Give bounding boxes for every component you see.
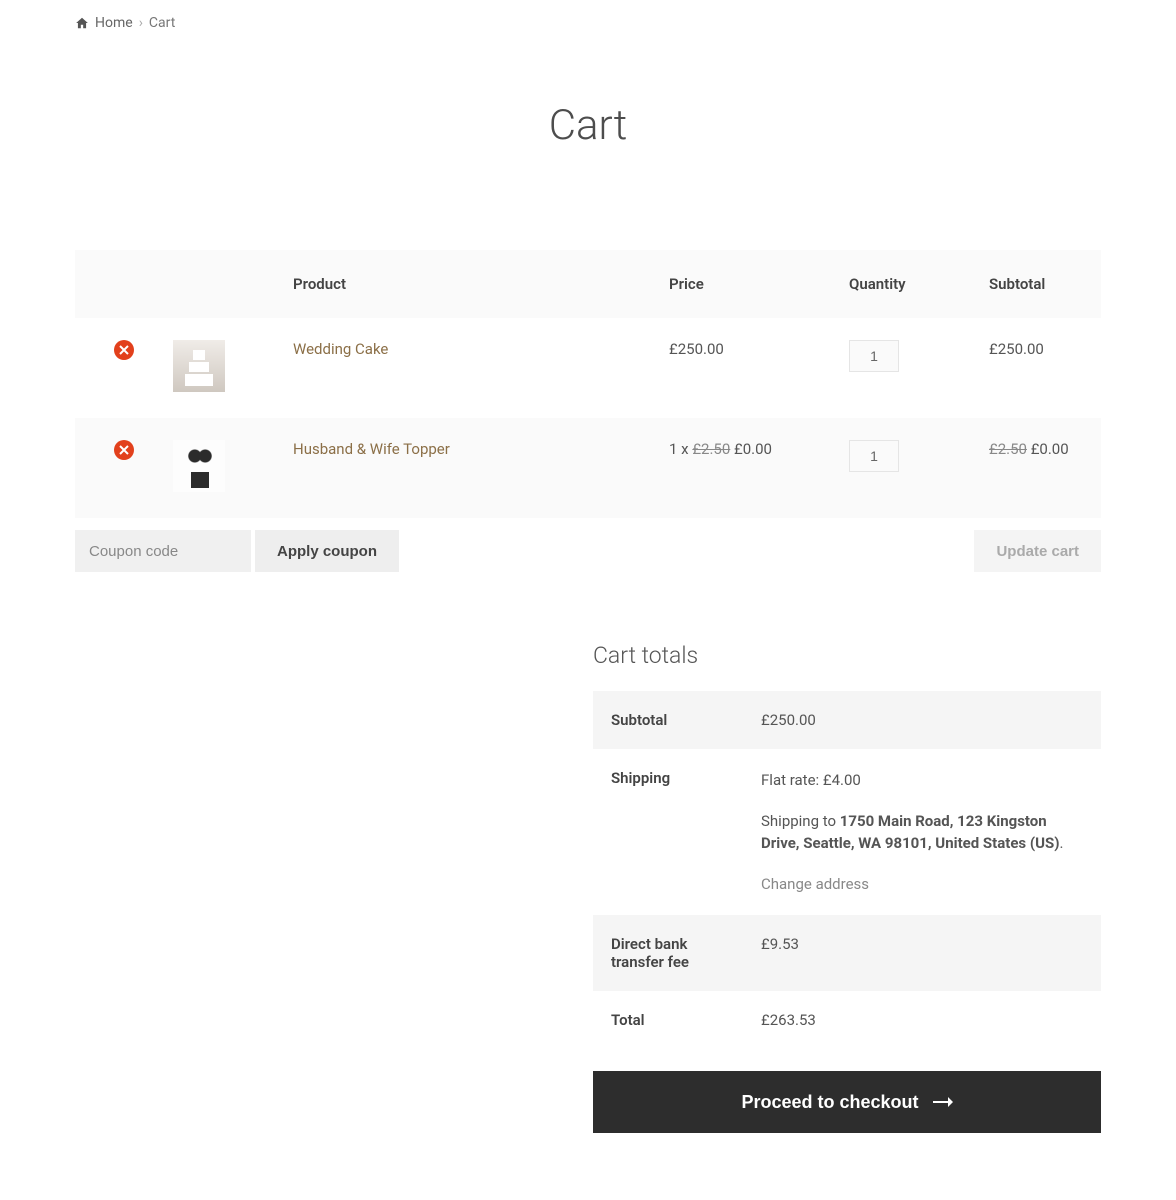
- apply-coupon-button[interactable]: Apply coupon: [255, 530, 399, 572]
- table-row: Wedding Cake £250.00 £250.00: [75, 318, 1101, 418]
- subtotal-value: £0.00: [1027, 440, 1069, 458]
- quantity-input[interactable]: [849, 440, 899, 472]
- price-struck: £2.50: [692, 440, 730, 458]
- price-value: £0.00: [730, 440, 772, 458]
- change-address-link[interactable]: Change address: [761, 875, 869, 893]
- home-icon: [75, 16, 89, 30]
- col-thumb-header: [155, 250, 275, 318]
- shipping-period: .: [1060, 834, 1064, 852]
- fee-label: Direct bank transfer fee: [593, 915, 743, 991]
- col-product-header: Product: [275, 250, 651, 318]
- col-price-header: Price: [651, 250, 831, 318]
- close-icon: [119, 345, 129, 355]
- breadcrumb-home-label: Home: [95, 15, 133, 31]
- table-row: Husband & Wife Topper 1 x £2.50 £0.00 £2…: [75, 418, 1101, 518]
- close-icon: [119, 445, 129, 455]
- shipping-to-prefix: Shipping to: [761, 812, 840, 830]
- checkout-label: Proceed to checkout: [741, 1092, 918, 1113]
- price-prefix: 1 x: [669, 440, 692, 458]
- remove-item-button[interactable]: [114, 340, 134, 360]
- breadcrumb: Home › Cart: [75, 15, 1101, 31]
- cart-totals-table: Subtotal £250.00 Shipping Flat rate: £4.…: [593, 691, 1101, 1049]
- arrow-right-icon: [933, 1095, 953, 1109]
- breadcrumb-current: Cart: [149, 15, 175, 31]
- coupon-code-input[interactable]: [75, 530, 251, 572]
- subtotal-amount: £250.00: [743, 691, 1101, 749]
- subtotal-struck: £2.50: [989, 440, 1027, 458]
- fee-amount: £9.53: [743, 915, 1101, 991]
- cart-totals-title: Cart totals: [593, 642, 1101, 669]
- total-label: Total: [593, 991, 743, 1049]
- product-name-link[interactable]: Wedding Cake: [293, 340, 388, 358]
- subtotal-value: £250.00: [989, 340, 1044, 358]
- col-subtotal-header: Subtotal: [971, 250, 1101, 318]
- product-name-link[interactable]: Husband & Wife Topper: [293, 440, 450, 458]
- update-cart-button[interactable]: Update cart: [974, 530, 1101, 572]
- breadcrumb-home-link[interactable]: Home: [75, 15, 133, 31]
- col-qty-header: Quantity: [831, 250, 971, 318]
- product-thumbnail[interactable]: [173, 440, 225, 492]
- shipping-address-line: Shipping to 1750 Main Road, 123 Kingston…: [761, 810, 1083, 855]
- quantity-input[interactable]: [849, 340, 899, 372]
- breadcrumb-separator: ›: [139, 15, 143, 31]
- remove-item-button[interactable]: [114, 440, 134, 460]
- shipping-rate: Flat rate: £4.00: [761, 769, 1083, 792]
- total-amount: £263.53: [743, 991, 1101, 1049]
- subtotal-label: Subtotal: [593, 691, 743, 749]
- cart-table: Product Price Quantity Subtotal Wedding …: [75, 250, 1101, 518]
- proceed-to-checkout-button[interactable]: Proceed to checkout: [593, 1071, 1101, 1133]
- col-remove-header: [75, 250, 155, 318]
- cart-actions: Apply coupon Update cart: [75, 530, 1101, 572]
- shipping-label: Shipping: [593, 749, 743, 915]
- product-thumbnail[interactable]: [173, 340, 225, 392]
- page-title: Cart: [75, 101, 1101, 150]
- cart-totals: Cart totals Subtotal £250.00 Shipping Fl…: [593, 642, 1101, 1133]
- price-value: £250.00: [669, 340, 724, 358]
